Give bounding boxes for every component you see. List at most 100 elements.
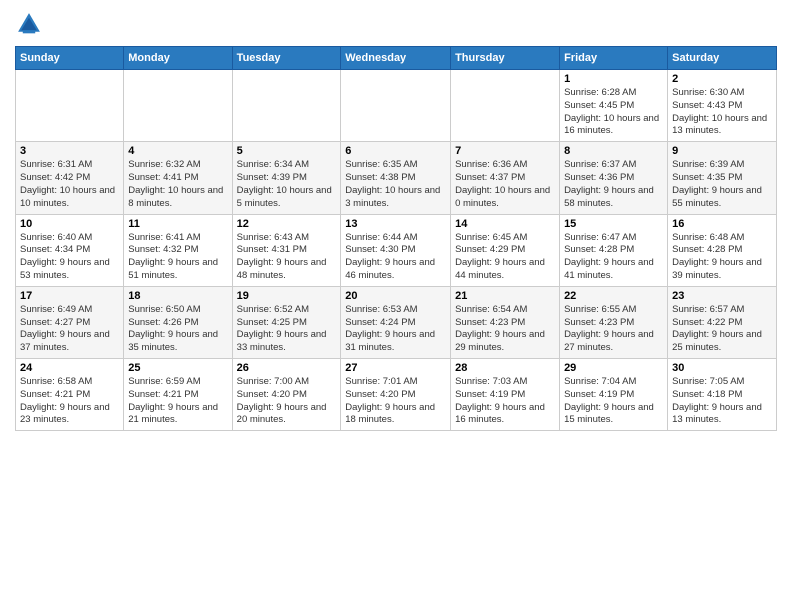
day-info: Sunrise: 6:47 AM Sunset: 4:28 PM Dayligh…	[564, 232, 663, 283]
day-cell: 18Sunrise: 6:50 AM Sunset: 4:26 PM Dayli…	[124, 286, 232, 358]
day-info: Sunrise: 6:43 AM Sunset: 4:31 PM Dayligh…	[237, 232, 337, 283]
weekday-thursday: Thursday	[451, 47, 560, 70]
week-row-5: 24 Sunrise: 6:58 AM Sunset: 4:21 PM Dayli…	[16, 359, 777, 431]
day-number: 3	[20, 145, 119, 157]
day-cell: 21 Sunrise: 6:54 AM Sunset: 4:23 PM Dayli…	[451, 286, 560, 358]
day-number: 22	[564, 290, 663, 302]
day-cell: 20 Sunrise: 6:53 AM Sunset: 4:24 PM Dayli…	[341, 286, 451, 358]
day-info: Sunrise: 7:04 AM Sunset: 4:19 PM Dayligh…	[564, 376, 663, 427]
day-cell: 13 Sunrise: 6:44 AM Sunset: 4:30 PM Dayli…	[341, 214, 451, 286]
day-number: 7	[455, 145, 555, 157]
day-cell: 27Sunrise: 7:01 AM Sunset: 4:20 PM Dayli…	[341, 359, 451, 431]
day-info: Sunrise: 6:45 AM Sunset: 4:29 PM Dayligh…	[455, 232, 555, 283]
day-number: 19	[237, 290, 337, 302]
day-info: Sunrise: 6:53 AM Sunset: 4:24 PM Dayligh…	[345, 304, 446, 355]
day-number: 13	[345, 218, 446, 230]
day-number: 30	[672, 362, 772, 374]
day-info: Sunrise: 6:57 AM Sunset: 4:22 PM Dayligh…	[672, 304, 772, 355]
day-cell: 14 Sunrise: 6:45 AM Sunset: 4:29 PM Dayli…	[451, 214, 560, 286]
day-cell: 28Sunrise: 7:03 AM Sunset: 4:19 PM Dayli…	[451, 359, 560, 431]
day-cell: 15 Sunrise: 6:47 AM Sunset: 4:28 PM Dayli…	[560, 214, 668, 286]
day-number: 18	[128, 290, 227, 302]
day-info: Sunrise: 6:41 AM Sunset: 4:32 PM Dayligh…	[128, 232, 227, 283]
day-cell	[16, 70, 124, 142]
week-row-3: 10Sunrise: 6:40 AM Sunset: 4:34 PM Dayli…	[16, 214, 777, 286]
day-info: Sunrise: 6:35 AM Sunset: 4:38 PM Dayligh…	[345, 159, 446, 210]
day-cell: 4 Sunrise: 6:32 AM Sunset: 4:41 PM Daylig…	[124, 142, 232, 214]
day-number: 29	[564, 362, 663, 374]
day-number: 24	[20, 362, 119, 374]
day-info: Sunrise: 6:52 AM Sunset: 4:25 PM Dayligh…	[237, 304, 337, 355]
day-info: Sunrise: 6:34 AM Sunset: 4:39 PM Dayligh…	[237, 159, 337, 210]
day-cell: 30 Sunrise: 7:05 AM Sunset: 4:18 PM Dayli…	[668, 359, 777, 431]
day-number: 23	[672, 290, 772, 302]
day-info: Sunrise: 6:28 AM Sunset: 4:45 PM Dayligh…	[564, 87, 663, 138]
day-info: Sunrise: 7:03 AM Sunset: 4:19 PM Dayligh…	[455, 376, 555, 427]
day-number: 5	[237, 145, 337, 157]
day-info: Sunrise: 6:36 AM Sunset: 4:37 PM Dayligh…	[455, 159, 555, 210]
page: SundayMondayTuesdayWednesdayThursdayFrid…	[0, 0, 792, 612]
weekday-friday: Friday	[560, 47, 668, 70]
logo-icon	[15, 10, 43, 38]
day-info: Sunrise: 6:39 AM Sunset: 4:35 PM Dayligh…	[672, 159, 772, 210]
day-info: Sunrise: 7:00 AM Sunset: 4:20 PM Dayligh…	[237, 376, 337, 427]
day-cell: 3 Sunrise: 6:31 AM Sunset: 4:42 PM Daylig…	[16, 142, 124, 214]
day-cell: 5 Sunrise: 6:34 AM Sunset: 4:39 PM Daylig…	[232, 142, 341, 214]
day-number: 8	[564, 145, 663, 157]
day-number: 12	[237, 218, 337, 230]
weekday-sunday: Sunday	[16, 47, 124, 70]
day-cell: 23 Sunrise: 6:57 AM Sunset: 4:22 PM Dayli…	[668, 286, 777, 358]
day-number: 17	[20, 290, 119, 302]
weekday-wednesday: Wednesday	[341, 47, 451, 70]
day-number: 15	[564, 218, 663, 230]
week-row-1: 1 Sunrise: 6:28 AM Sunset: 4:45 PM Daylig…	[16, 70, 777, 142]
day-info: Sunrise: 6:49 AM Sunset: 4:27 PM Dayligh…	[20, 304, 119, 355]
weekday-header-row: SundayMondayTuesdayWednesdayThursdayFrid…	[16, 47, 777, 70]
day-info: Sunrise: 6:30 AM Sunset: 4:43 PM Dayligh…	[672, 87, 772, 138]
day-number: 21	[455, 290, 555, 302]
header	[15, 10, 777, 38]
day-info: Sunrise: 6:40 AM Sunset: 4:34 PM Dayligh…	[20, 232, 119, 283]
day-info: Sunrise: 6:37 AM Sunset: 4:36 PM Dayligh…	[564, 159, 663, 210]
day-number: 20	[345, 290, 446, 302]
day-cell: 11 Sunrise: 6:41 AM Sunset: 4:32 PM Dayli…	[124, 214, 232, 286]
day-number: 25	[128, 362, 227, 374]
day-number: 2	[672, 73, 772, 85]
day-info: Sunrise: 6:55 AM Sunset: 4:23 PM Dayligh…	[564, 304, 663, 355]
day-number: 1	[564, 73, 663, 85]
day-cell	[341, 70, 451, 142]
day-cell: 1 Sunrise: 6:28 AM Sunset: 4:45 PM Daylig…	[560, 70, 668, 142]
day-number: 4	[128, 145, 227, 157]
day-info: Sunrise: 6:48 AM Sunset: 4:28 PM Dayligh…	[672, 232, 772, 283]
day-info: Sunrise: 6:59 AM Sunset: 4:21 PM Dayligh…	[128, 376, 227, 427]
day-cell: 7 Sunrise: 6:36 AM Sunset: 4:37 PM Daylig…	[451, 142, 560, 214]
calendar-table: SundayMondayTuesdayWednesdayThursdayFrid…	[15, 46, 777, 431]
day-cell: 6 Sunrise: 6:35 AM Sunset: 4:38 PM Daylig…	[341, 142, 451, 214]
day-number: 14	[455, 218, 555, 230]
week-row-2: 3 Sunrise: 6:31 AM Sunset: 4:42 PM Daylig…	[16, 142, 777, 214]
day-cell: 9Sunrise: 6:39 AM Sunset: 4:35 PM Daylig…	[668, 142, 777, 214]
day-cell: 16 Sunrise: 6:48 AM Sunset: 4:28 PM Dayli…	[668, 214, 777, 286]
day-number: 11	[128, 218, 227, 230]
weekday-saturday: Saturday	[668, 47, 777, 70]
day-number: 6	[345, 145, 446, 157]
day-cell: 10Sunrise: 6:40 AM Sunset: 4:34 PM Dayli…	[16, 214, 124, 286]
day-number: 16	[672, 218, 772, 230]
day-cell: 22 Sunrise: 6:55 AM Sunset: 4:23 PM Dayli…	[560, 286, 668, 358]
day-cell	[232, 70, 341, 142]
day-info: Sunrise: 6:44 AM Sunset: 4:30 PM Dayligh…	[345, 232, 446, 283]
day-cell: 29 Sunrise: 7:04 AM Sunset: 4:19 PM Dayli…	[560, 359, 668, 431]
day-info: Sunrise: 6:58 AM Sunset: 4:21 PM Dayligh…	[20, 376, 119, 427]
day-info: Sunrise: 6:31 AM Sunset: 4:42 PM Dayligh…	[20, 159, 119, 210]
day-info: Sunrise: 6:32 AM Sunset: 4:41 PM Dayligh…	[128, 159, 227, 210]
day-cell: 26 Sunrise: 7:00 AM Sunset: 4:20 PM Dayli…	[232, 359, 341, 431]
week-row-4: 17 Sunrise: 6:49 AM Sunset: 4:27 PM Dayli…	[16, 286, 777, 358]
day-cell: 2 Sunrise: 6:30 AM Sunset: 4:43 PM Daylig…	[668, 70, 777, 142]
day-cell: 25 Sunrise: 6:59 AM Sunset: 4:21 PM Dayli…	[124, 359, 232, 431]
day-cell: 19 Sunrise: 6:52 AM Sunset: 4:25 PM Dayli…	[232, 286, 341, 358]
day-cell: 17 Sunrise: 6:49 AM Sunset: 4:27 PM Dayli…	[16, 286, 124, 358]
day-number: 26	[237, 362, 337, 374]
day-info: Sunrise: 7:05 AM Sunset: 4:18 PM Dayligh…	[672, 376, 772, 427]
weekday-tuesday: Tuesday	[232, 47, 341, 70]
day-info: Sunrise: 6:54 AM Sunset: 4:23 PM Dayligh…	[455, 304, 555, 355]
